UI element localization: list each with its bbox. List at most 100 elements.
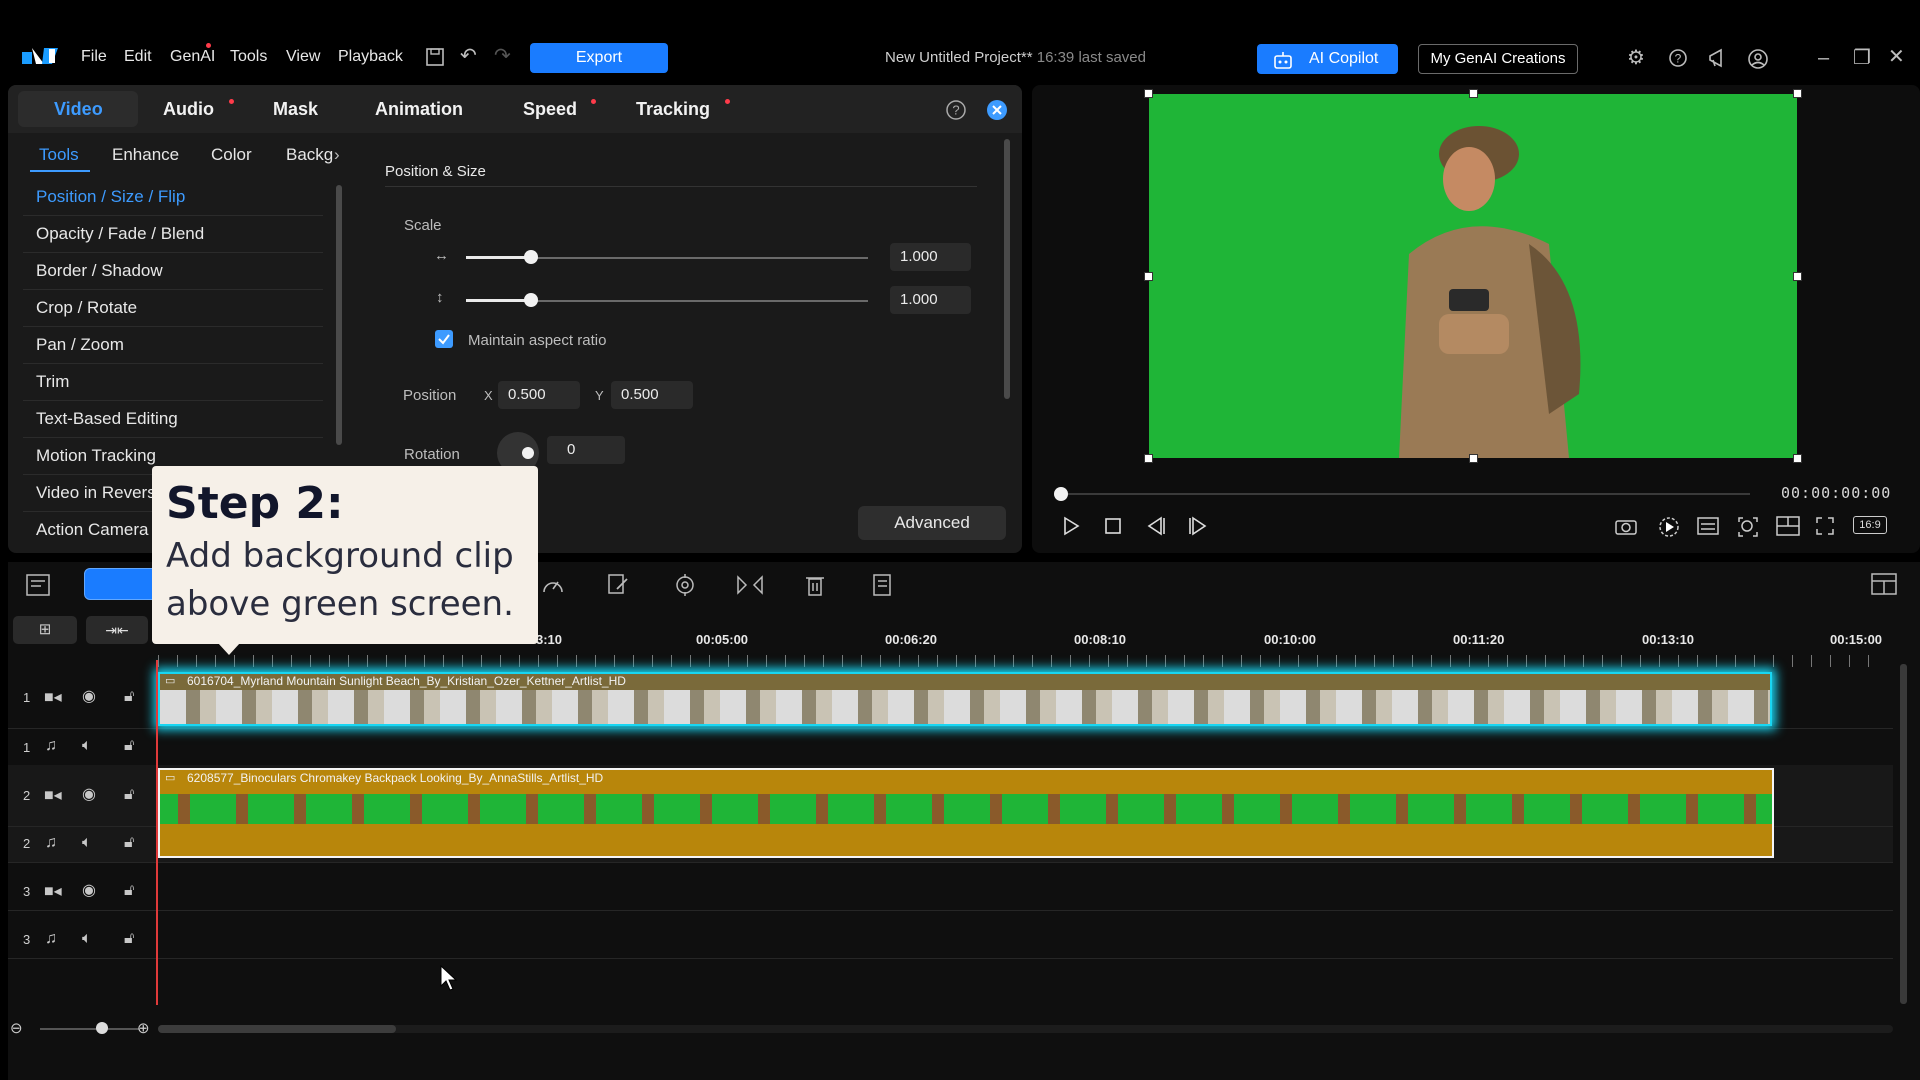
resize-handle-bm[interactable] xyxy=(1469,454,1478,463)
tab-speed[interactable]: Speed xyxy=(523,99,577,120)
menu-file[interactable]: File xyxy=(81,48,107,66)
subtab-tools[interactable]: Tools xyxy=(39,145,79,165)
zoom-slider-track[interactable] xyxy=(40,1028,140,1030)
aspect-ratio-button[interactable]: 16:9 xyxy=(1853,516,1887,534)
playhead[interactable] xyxy=(156,660,158,1005)
tab-mask[interactable]: Mask xyxy=(273,99,318,120)
timeline-layout-icon[interactable] xyxy=(1871,573,1897,600)
tool-opacity-fade-blend[interactable]: Opacity / Fade / Blend xyxy=(23,216,323,253)
menu-genai[interactable]: GenAI xyxy=(170,48,215,66)
menu-tools[interactable]: Tools xyxy=(230,48,267,66)
preview-quality-icon[interactable] xyxy=(1658,516,1680,543)
maintain-aspect-checkbox[interactable] xyxy=(435,330,453,348)
minimize-icon[interactable]: – xyxy=(1818,48,1829,68)
transition-icon[interactable] xyxy=(736,573,764,602)
help-icon[interactable]: ? xyxy=(1668,48,1688,72)
fit-timeline-button[interactable]: ⇥⇤ xyxy=(86,616,148,644)
resize-handle-tr[interactable] xyxy=(1793,89,1802,98)
timeline-vertical-scrollbar[interactable] xyxy=(1900,664,1907,1004)
undo-icon[interactable]: ↶ xyxy=(460,46,477,66)
subtab-background[interactable]: Backg xyxy=(286,145,333,165)
snapshot-camera-icon[interactable] xyxy=(1615,517,1637,540)
menu-playback[interactable]: Playback xyxy=(338,48,403,66)
save-icon[interactable] xyxy=(425,47,445,71)
resize-handle-br[interactable] xyxy=(1793,454,1802,463)
zoom-preview-icon[interactable] xyxy=(1737,516,1759,543)
settings-scrollbar[interactable] xyxy=(1004,139,1010,399)
next-frame-icon[interactable] xyxy=(1187,516,1209,541)
zoom-out-icon[interactable]: ⊖ xyxy=(10,1019,23,1037)
eye-icon[interactable]: ◉ xyxy=(82,883,96,899)
scale-height-knob[interactable] xyxy=(524,293,538,307)
scale-width-knob[interactable] xyxy=(524,250,538,264)
lock-icon[interactable]: 🔓︎ xyxy=(124,931,134,947)
gear-icon[interactable]: ⚙ xyxy=(1627,48,1645,68)
motion-track-icon[interactable] xyxy=(673,573,697,602)
subtab-enhance[interactable]: Enhance xyxy=(112,145,179,165)
zoom-in-icon[interactable]: ⊕ xyxy=(137,1019,150,1037)
timeline-horizontal-scrollbar-track[interactable] xyxy=(158,1025,1893,1033)
timeline-horizontal-scrollbar-thumb[interactable] xyxy=(158,1025,396,1033)
preview-scrubber-track[interactable] xyxy=(1060,493,1750,495)
safe-zone-icon[interactable] xyxy=(1776,516,1800,541)
tool-pan-zoom[interactable]: Pan / Zoom xyxy=(23,327,323,364)
timeline-ruler-ticks[interactable] xyxy=(158,655,1878,667)
preview-scrubber-knob[interactable] xyxy=(1054,487,1068,501)
subtitle-icon[interactable] xyxy=(1697,517,1719,540)
menu-view[interactable]: View xyxy=(286,48,320,66)
delete-trash-icon[interactable] xyxy=(805,573,825,602)
eye-icon[interactable]: ◉ xyxy=(82,689,96,705)
lock-icon[interactable]: 🔓︎ xyxy=(124,738,134,754)
timeline-settings-icon[interactable] xyxy=(26,574,50,601)
panel-close-icon[interactable] xyxy=(986,99,1008,126)
resize-handle-tl[interactable] xyxy=(1144,89,1153,98)
export-button[interactable]: Export xyxy=(530,43,668,73)
rotation-input[interactable]: 0 xyxy=(547,436,625,464)
stop-icon[interactable] xyxy=(1104,517,1122,540)
account-icon[interactable] xyxy=(1747,48,1769,74)
close-window-icon[interactable]: ✕ xyxy=(1888,47,1905,67)
zoom-slider-knob[interactable] xyxy=(96,1022,108,1034)
resize-handle-ml[interactable] xyxy=(1144,272,1153,281)
subtab-color[interactable]: Color xyxy=(211,145,252,165)
lock-icon[interactable]: 🔓︎ xyxy=(124,835,134,851)
eye-icon[interactable]: ◉ xyxy=(82,787,96,803)
advanced-button[interactable]: Advanced xyxy=(858,506,1006,540)
chevron-right-icon[interactable]: › xyxy=(334,145,340,165)
panel-help-icon[interactable]: ? xyxy=(945,99,967,126)
position-x-input[interactable]: 0.500 xyxy=(498,381,580,409)
track-manager-button[interactable]: ⊞ xyxy=(13,616,77,644)
scale-height-input[interactable]: 1.000 xyxy=(890,286,971,314)
tool-list-scrollbar[interactable] xyxy=(336,185,342,445)
resize-handle-mr[interactable] xyxy=(1793,272,1802,281)
resize-handle-bl[interactable] xyxy=(1144,454,1153,463)
redo-icon[interactable]: ↷ xyxy=(494,46,511,66)
scale-width-input[interactable]: 1.000 xyxy=(890,243,971,271)
tool-border-shadow[interactable]: Border / Shadow xyxy=(23,253,323,290)
tool-position-size-flip[interactable]: Position / Size / Flip xyxy=(23,179,323,216)
previous-frame-icon[interactable] xyxy=(1145,516,1167,541)
speed-gauge-icon[interactable] xyxy=(541,574,565,601)
fullscreen-icon[interactable] xyxy=(1815,516,1835,541)
tab-tracking[interactable]: Tracking xyxy=(636,99,710,120)
menu-edit[interactable]: Edit xyxy=(124,48,152,66)
play-icon[interactable] xyxy=(1061,516,1081,541)
resize-handle-tm[interactable] xyxy=(1469,89,1478,98)
tool-text-based-editing[interactable]: Text-Based Editing xyxy=(23,401,323,438)
restore-icon[interactable]: ❐ xyxy=(1853,48,1871,68)
tab-video[interactable]: Video xyxy=(54,99,103,120)
megaphone-icon[interactable] xyxy=(1707,48,1729,72)
position-y-input[interactable]: 0.500 xyxy=(611,381,693,409)
subtitle-list-icon[interactable] xyxy=(870,573,894,602)
lock-icon[interactable]: 🔓︎ xyxy=(124,883,134,899)
speaker-icon[interactable]: 🔈︎ xyxy=(82,835,92,851)
lock-icon[interactable]: 🔓︎ xyxy=(124,689,134,705)
lock-icon[interactable]: 🔓︎ xyxy=(124,787,134,803)
edit-clip-icon[interactable] xyxy=(607,573,629,602)
ai-copilot-button[interactable]: AI Copilot xyxy=(1257,44,1398,74)
speaker-icon[interactable]: 🔈︎ xyxy=(82,931,92,947)
tool-trim[interactable]: Trim xyxy=(23,364,323,401)
speaker-icon[interactable]: 🔈︎ xyxy=(82,738,92,754)
tab-animation[interactable]: Animation xyxy=(375,99,463,120)
tool-crop-rotate[interactable]: Crop / Rotate xyxy=(23,290,323,327)
